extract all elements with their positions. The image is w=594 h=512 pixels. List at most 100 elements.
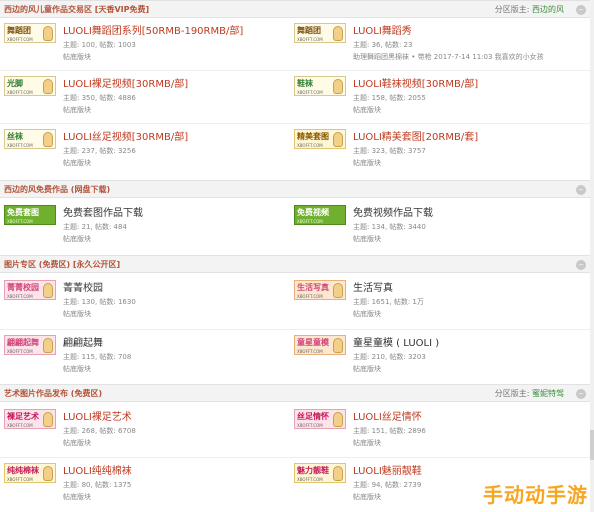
section-header: 西边的风儿童作品交易区 [天香VIP免费] 分区版主: 西边的风 − [0,0,594,18]
section-title[interactable]: 西边的风儿童作品交易区 [天香VIP免费] [4,4,149,15]
collapse-icon[interactable]: − [576,5,586,15]
forum-moderator: 帖底版块 [353,310,381,318]
forum-stats: 主题: 80, 帖数: 1375 [63,481,132,489]
collapse-icon[interactable]: − [576,389,586,399]
forum-item: 生活写真 XBOFFT.COM 生活写真 主题: 1651, 帖数: 1万 帖底版… [290,277,570,333]
forum-item: 舞蹈团 XBOFFT.COM LUOLI舞蹈团系列[50RMB-190RMB/部]… [0,20,280,76]
forum-stats: 主题: 94, 帖数: 2739 [353,481,422,489]
mascot-icon [43,132,53,147]
forum-moderator: 帖底版块 [63,53,91,61]
divider [0,123,594,124]
forum-stats: 主题: 36, 帖数: 23 [353,41,413,49]
forum-stats: 主题: 115, 帖数: 708 [63,353,132,361]
forum-logo[interactable]: 免费视频 XBOFFT.COM [294,205,346,225]
forum-item: 丝足情怀 XBOFFT.COM LUOLI丝足情怀 主题: 151, 帖数: 28… [290,406,570,462]
section-title[interactable]: 图片专区 (免费区) [永久公开区] [4,259,120,270]
divider [0,329,594,330]
forum-stats: 主题: 268, 帖数: 6708 [63,427,136,435]
moderator-label: 分区版主: 蜜妮特驾 [494,389,564,398]
forum-stats: 主题: 151, 帖数: 2896 [353,427,426,435]
forum-stats: 主题: 210, 帖数: 3203 [353,353,426,361]
forum-logo[interactable]: 菁菁校园 XBOFFT.COM [4,280,56,300]
forum-title-link[interactable]: LUOLI魅丽靓鞋 [353,462,422,477]
forum-item: 童星童模 XBOFFT.COM 童星童模 ( LUOLI ) 主题: 210, 帖… [290,332,570,388]
forum-moderator: 帖底版块 [63,365,91,373]
forum-logo[interactable]: 生活写真 XBOFFT.COM [294,280,346,300]
forum-logo[interactable]: 精美套图 XBOFFT.COM [294,129,346,149]
forum-logo[interactable]: 光脚 XBOFFT.COM [4,76,56,96]
forum-logo[interactable]: 翩翩起舞 XBOFFT.COM [4,335,56,355]
forum-title-link[interactable]: LUOLI鞋袜视频[30RMB/部] [353,75,478,90]
forum-item: 舞蹈团 XBOFFT.COM LUOLI舞蹈秀 主题: 36, 帖数: 23 助理… [290,20,570,76]
forum-logo[interactable]: 丝袜 XBOFFT.COM [4,129,56,149]
forum-moderator: 帖底版块 [353,439,381,447]
forum-stats: 主题: 130, 帖数: 1630 [63,298,136,306]
forum-item: 翩翩起舞 XBOFFT.COM 翩翩起舞 主题: 115, 帖数: 708 帖底版… [0,332,280,388]
moderator-link[interactable]: 蜜妮特驾 [532,389,564,398]
forum-moderator: 帖底版块 [353,365,381,373]
forum-moderator: 帖底版块 [353,493,381,501]
forum-logo[interactable]: 纯纯棉袜 XBOFFT.COM [4,463,56,483]
forum-moderator: 帖底版块 [63,235,91,243]
forum-logo[interactable]: 丝足情怀 XBOFFT.COM [294,409,346,429]
forum-moderator: 帖底版块 [353,235,381,243]
forum-logo[interactable]: 舞蹈团 XBOFFT.COM [4,23,56,43]
forum-moderator: 帖底版块 [63,439,91,447]
section-header: 艺术图片作品发布 (免费区) 分区版主: 蜜妮特驾 − [0,384,594,402]
forum-title-link[interactable]: LUOLI丝足情怀 [353,408,422,423]
forum-title-link[interactable]: 免费套图作品下载 [63,204,143,219]
divider [0,70,594,71]
forum-item: 裸足艺术 XBOFFT.COM LUOLI裸足艺术 主题: 268, 帖数: 67… [0,406,280,462]
mascot-icon [333,79,343,94]
forum-title-link[interactable]: 免费视频作品下载 [353,204,433,219]
collapse-icon[interactable]: − [576,185,586,195]
forum-title-link[interactable]: LUOLI舞蹈秀 [353,22,412,37]
forum-title-link[interactable]: LUOLI舞蹈团系列[50RMB-190RMB/部] [63,22,243,37]
forum-logo[interactable]: 鞋袜 XBOFFT.COM [294,76,346,96]
moderator-link[interactable]: 西边的风 [532,5,564,14]
mascot-icon [333,412,343,427]
forum-item: 丝袜 XBOFFT.COM LUOLI丝足视频[30RMB/部] 主题: 237,… [0,126,280,182]
mascot-icon [43,466,53,481]
mascot-icon [333,283,343,298]
forum-stats: 主题: 21, 帖数: 484 [63,223,127,231]
forum-item: 免费视频 XBOFFT.COM 免费视频作品下载 主题: 134, 帖数: 344… [290,202,570,258]
forum-title-link[interactable]: LUOLI丝足视频[30RMB/部] [63,128,188,143]
scroll-thumb[interactable] [590,430,594,460]
forum-logo[interactable]: 免费套图 XBOFFT.COM [4,205,56,225]
forum-stats: 主题: 158, 帖数: 2055 [353,94,426,102]
section-title[interactable]: 艺术图片作品发布 (免费区) [4,388,102,399]
forum-title-link[interactable]: LUOLI精美套图[20RMB/套] [353,128,478,143]
forum-moderator: 帖底版块 [353,159,381,167]
forum-title-link[interactable]: LUOLI裸足视频[30RMB/部] [63,75,188,90]
mascot-icon [333,338,343,353]
forum-item: 纯纯棉袜 XBOFFT.COM LUOLI纯纯棉袜 主题: 80, 帖数: 137… [0,460,280,512]
forum-title-link[interactable]: 生活写真 [353,279,393,294]
forum-stats: 主题: 237, 帖数: 3256 [63,147,136,155]
forum-moderator: 帖底版块 [63,159,91,167]
divider [0,457,594,458]
forum-title-link[interactable]: LUOLI裸足艺术 [63,408,132,423]
forum-moderator: 帖底版块 [63,106,91,114]
forum-stats: 主题: 350, 帖数: 4886 [63,94,136,102]
forum-item: 精美套图 XBOFFT.COM LUOLI精美套图[20RMB/套] 主题: 32… [290,126,570,182]
collapse-icon[interactable]: − [576,260,586,270]
section-title[interactable]: 西边的风免费作品 (网盘下载) [4,184,110,195]
forum-moderator: 帖底版块 [63,493,91,501]
forum-item: 光脚 XBOFFT.COM LUOLI裸足视频[30RMB/部] 主题: 350,… [0,73,280,129]
scrollbar[interactable] [590,0,594,512]
forum-logo[interactable]: 裸足艺术 XBOFFT.COM [4,409,56,429]
forum-logo[interactable]: 童星童模 XBOFFT.COM [294,335,346,355]
forum-logo[interactable]: 舞蹈团 XBOFFT.COM [294,23,346,43]
mascot-icon [43,338,53,353]
mascot-icon [43,26,53,41]
forum-stats: 主题: 100, 帖数: 1003 [63,41,136,49]
forum-logo[interactable]: 魅力靓鞋 XBOFFT.COM [294,463,346,483]
forum-title-link[interactable]: 童星童模 ( LUOLI ) [353,334,439,349]
forum-stats: 主题: 323, 帖数: 3757 [353,147,426,155]
forum-title-link[interactable]: 菁菁校园 [63,279,103,294]
forum-item: 鞋袜 XBOFFT.COM LUOLI鞋袜视频[30RMB/部] 主题: 158,… [290,73,570,129]
forum-title-link[interactable]: 翩翩起舞 [63,334,103,349]
last-post-info[interactable]: 助理舞蹈团黑棉袜 • 带枪 2017-7-14 11:03 我喜欢的小女孩 [353,52,544,62]
forum-title-link[interactable]: LUOLI纯纯棉袜 [63,462,132,477]
